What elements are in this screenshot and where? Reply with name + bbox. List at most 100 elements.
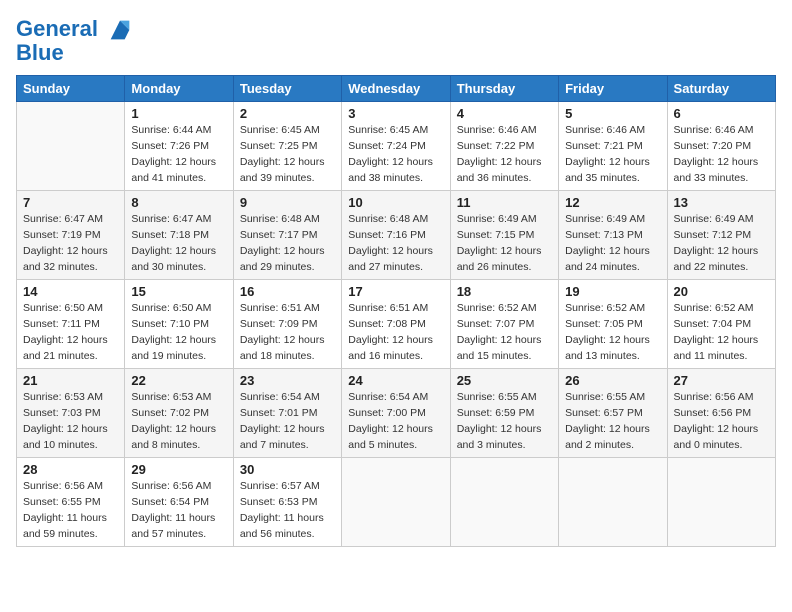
logo: General Blue bbox=[16, 16, 134, 65]
day-info: Sunrise: 6:51 AM Sunset: 7:09 PM Dayligh… bbox=[240, 301, 335, 364]
day-info: Sunrise: 6:45 AM Sunset: 7:24 PM Dayligh… bbox=[348, 123, 443, 186]
day-info: Sunrise: 6:57 AM Sunset: 6:53 PM Dayligh… bbox=[240, 479, 335, 542]
day-info: Sunrise: 6:47 AM Sunset: 7:18 PM Dayligh… bbox=[131, 212, 226, 275]
day-cell: 8 Sunrise: 6:47 AM Sunset: 7:18 PM Daylig… bbox=[125, 191, 233, 280]
day-cell bbox=[450, 458, 558, 547]
day-info: Sunrise: 6:50 AM Sunset: 7:11 PM Dayligh… bbox=[23, 301, 118, 364]
day-number: 1 bbox=[131, 106, 226, 121]
day-number: 20 bbox=[674, 284, 769, 299]
week-row-5: 28 Sunrise: 6:56 AM Sunset: 6:55 PM Dayli… bbox=[17, 458, 776, 547]
day-number: 19 bbox=[565, 284, 660, 299]
day-cell bbox=[667, 458, 775, 547]
day-number: 28 bbox=[23, 462, 118, 477]
day-info: Sunrise: 6:46 AM Sunset: 7:21 PM Dayligh… bbox=[565, 123, 660, 186]
day-number: 9 bbox=[240, 195, 335, 210]
header-cell-friday: Friday bbox=[559, 76, 667, 102]
day-info: Sunrise: 6:54 AM Sunset: 7:01 PM Dayligh… bbox=[240, 390, 335, 453]
day-info: Sunrise: 6:52 AM Sunset: 7:05 PM Dayligh… bbox=[565, 301, 660, 364]
day-cell: 12 Sunrise: 6:49 AM Sunset: 7:13 PM Dayli… bbox=[559, 191, 667, 280]
day-number: 17 bbox=[348, 284, 443, 299]
day-info: Sunrise: 6:49 AM Sunset: 7:15 PM Dayligh… bbox=[457, 212, 552, 275]
day-info: Sunrise: 6:46 AM Sunset: 7:20 PM Dayligh… bbox=[674, 123, 769, 186]
day-number: 24 bbox=[348, 373, 443, 388]
day-info: Sunrise: 6:47 AM Sunset: 7:19 PM Dayligh… bbox=[23, 212, 118, 275]
day-info: Sunrise: 6:54 AM Sunset: 7:00 PM Dayligh… bbox=[348, 390, 443, 453]
day-info: Sunrise: 6:56 AM Sunset: 6:56 PM Dayligh… bbox=[674, 390, 769, 453]
day-cell: 5 Sunrise: 6:46 AM Sunset: 7:21 PM Daylig… bbox=[559, 102, 667, 191]
day-cell: 27 Sunrise: 6:56 AM Sunset: 6:56 PM Dayli… bbox=[667, 369, 775, 458]
day-number: 22 bbox=[131, 373, 226, 388]
day-cell: 1 Sunrise: 6:44 AM Sunset: 7:26 PM Daylig… bbox=[125, 102, 233, 191]
day-number: 27 bbox=[674, 373, 769, 388]
header-cell-sunday: Sunday bbox=[17, 76, 125, 102]
calendar-table: SundayMondayTuesdayWednesdayThursdayFrid… bbox=[16, 75, 776, 547]
day-number: 3 bbox=[348, 106, 443, 121]
day-number: 7 bbox=[23, 195, 118, 210]
day-info: Sunrise: 6:46 AM Sunset: 7:22 PM Dayligh… bbox=[457, 123, 552, 186]
day-info: Sunrise: 6:55 AM Sunset: 6:59 PM Dayligh… bbox=[457, 390, 552, 453]
day-number: 8 bbox=[131, 195, 226, 210]
day-cell: 25 Sunrise: 6:55 AM Sunset: 6:59 PM Dayli… bbox=[450, 369, 558, 458]
day-info: Sunrise: 6:49 AM Sunset: 7:13 PM Dayligh… bbox=[565, 212, 660, 275]
day-info: Sunrise: 6:55 AM Sunset: 6:57 PM Dayligh… bbox=[565, 390, 660, 453]
day-number: 30 bbox=[240, 462, 335, 477]
day-cell: 23 Sunrise: 6:54 AM Sunset: 7:01 PM Dayli… bbox=[233, 369, 341, 458]
day-number: 16 bbox=[240, 284, 335, 299]
day-number: 10 bbox=[348, 195, 443, 210]
day-number: 6 bbox=[674, 106, 769, 121]
day-cell: 29 Sunrise: 6:56 AM Sunset: 6:54 PM Dayli… bbox=[125, 458, 233, 547]
day-cell: 22 Sunrise: 6:53 AM Sunset: 7:02 PM Dayli… bbox=[125, 369, 233, 458]
day-number: 29 bbox=[131, 462, 226, 477]
day-cell: 11 Sunrise: 6:49 AM Sunset: 7:15 PM Dayli… bbox=[450, 191, 558, 280]
day-info: Sunrise: 6:50 AM Sunset: 7:10 PM Dayligh… bbox=[131, 301, 226, 364]
day-cell: 4 Sunrise: 6:46 AM Sunset: 7:22 PM Daylig… bbox=[450, 102, 558, 191]
day-cell: 24 Sunrise: 6:54 AM Sunset: 7:00 PM Dayli… bbox=[342, 369, 450, 458]
day-cell: 17 Sunrise: 6:51 AM Sunset: 7:08 PM Dayli… bbox=[342, 280, 450, 369]
day-info: Sunrise: 6:52 AM Sunset: 7:07 PM Dayligh… bbox=[457, 301, 552, 364]
header-cell-tuesday: Tuesday bbox=[233, 76, 341, 102]
day-number: 18 bbox=[457, 284, 552, 299]
day-info: Sunrise: 6:51 AM Sunset: 7:08 PM Dayligh… bbox=[348, 301, 443, 364]
header-cell-thursday: Thursday bbox=[450, 76, 558, 102]
day-cell: 10 Sunrise: 6:48 AM Sunset: 7:16 PM Dayli… bbox=[342, 191, 450, 280]
day-number: 23 bbox=[240, 373, 335, 388]
header: General Blue bbox=[16, 16, 776, 65]
day-cell: 6 Sunrise: 6:46 AM Sunset: 7:20 PM Daylig… bbox=[667, 102, 775, 191]
day-info: Sunrise: 6:45 AM Sunset: 7:25 PM Dayligh… bbox=[240, 123, 335, 186]
day-cell: 13 Sunrise: 6:49 AM Sunset: 7:12 PM Dayli… bbox=[667, 191, 775, 280]
day-info: Sunrise: 6:48 AM Sunset: 7:16 PM Dayligh… bbox=[348, 212, 443, 275]
day-info: Sunrise: 6:56 AM Sunset: 6:55 PM Dayligh… bbox=[23, 479, 118, 542]
day-number: 12 bbox=[565, 195, 660, 210]
day-cell: 28 Sunrise: 6:56 AM Sunset: 6:55 PM Dayli… bbox=[17, 458, 125, 547]
day-cell: 16 Sunrise: 6:51 AM Sunset: 7:09 PM Dayli… bbox=[233, 280, 341, 369]
week-row-3: 14Sunrise: 6:50 AM Sunset: 7:11 PM Dayli… bbox=[17, 280, 776, 369]
week-row-1: 1 Sunrise: 6:44 AM Sunset: 7:26 PM Daylig… bbox=[17, 102, 776, 191]
day-cell bbox=[559, 458, 667, 547]
day-number: 11 bbox=[457, 195, 552, 210]
day-cell bbox=[342, 458, 450, 547]
day-cell: 2 Sunrise: 6:45 AM Sunset: 7:25 PM Daylig… bbox=[233, 102, 341, 191]
header-cell-saturday: Saturday bbox=[667, 76, 775, 102]
header-cell-wednesday: Wednesday bbox=[342, 76, 450, 102]
day-info: Sunrise: 6:56 AM Sunset: 6:54 PM Dayligh… bbox=[131, 479, 226, 542]
day-cell: 18 Sunrise: 6:52 AM Sunset: 7:07 PM Dayli… bbox=[450, 280, 558, 369]
day-cell: 26 Sunrise: 6:55 AM Sunset: 6:57 PM Dayli… bbox=[559, 369, 667, 458]
day-number: 5 bbox=[565, 106, 660, 121]
day-cell: 30 Sunrise: 6:57 AM Sunset: 6:53 PM Dayli… bbox=[233, 458, 341, 547]
day-info: Sunrise: 6:53 AM Sunset: 7:02 PM Dayligh… bbox=[131, 390, 226, 453]
main-container: General Blue SundayMondayTuesdayWednesda… bbox=[0, 0, 792, 557]
day-number: 4 bbox=[457, 106, 552, 121]
day-info: Sunrise: 6:53 AM Sunset: 7:03 PM Dayligh… bbox=[23, 390, 118, 453]
day-cell: 3 Sunrise: 6:45 AM Sunset: 7:24 PM Daylig… bbox=[342, 102, 450, 191]
day-number: 26 bbox=[565, 373, 660, 388]
day-cell: 7 Sunrise: 6:47 AM Sunset: 7:19 PM Daylig… bbox=[17, 191, 125, 280]
day-info: Sunrise: 6:48 AM Sunset: 7:17 PM Dayligh… bbox=[240, 212, 335, 275]
day-number: 25 bbox=[457, 373, 552, 388]
logo-general: General bbox=[16, 16, 98, 41]
day-info: Sunrise: 6:44 AM Sunset: 7:26 PM Dayligh… bbox=[131, 123, 226, 186]
day-info: Sunrise: 6:49 AM Sunset: 7:12 PM Dayligh… bbox=[674, 212, 769, 275]
day-number: 13 bbox=[674, 195, 769, 210]
day-cell: 9 Sunrise: 6:48 AM Sunset: 7:17 PM Daylig… bbox=[233, 191, 341, 280]
day-cell: 21Sunrise: 6:53 AM Sunset: 7:03 PM Dayli… bbox=[17, 369, 125, 458]
day-number: 2 bbox=[240, 106, 335, 121]
